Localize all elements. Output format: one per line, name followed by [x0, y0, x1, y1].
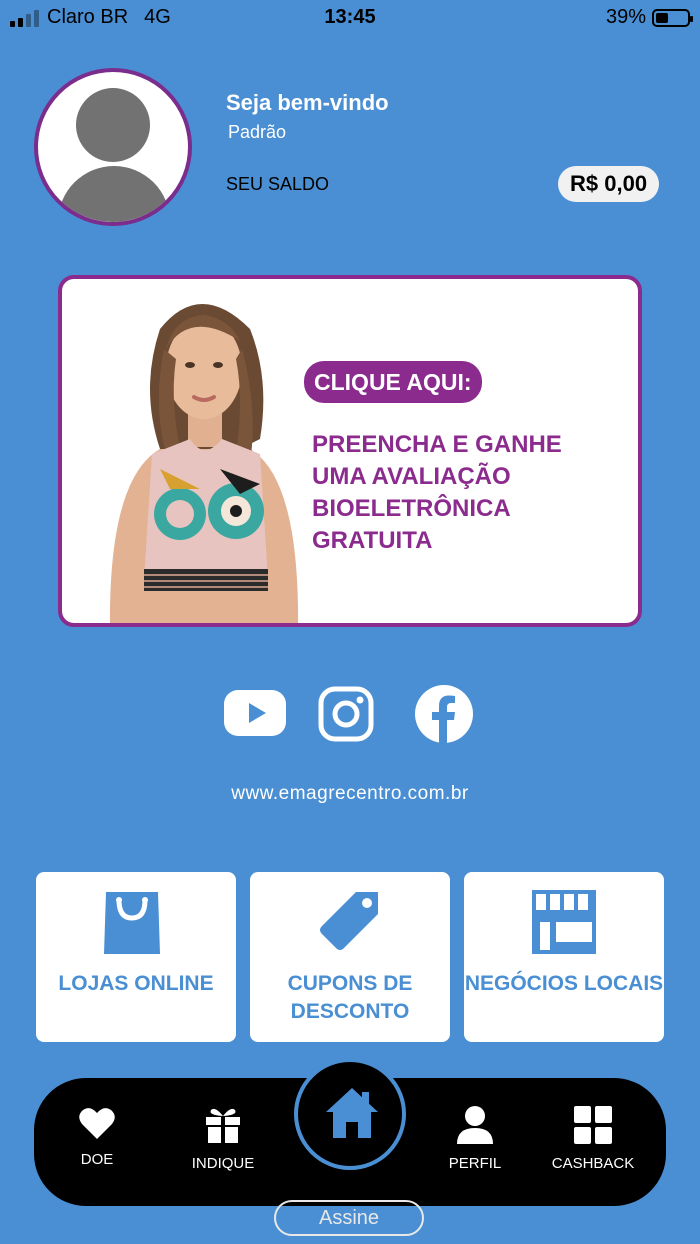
battery-percent: 39% [605, 6, 646, 28]
nav-label: CASHBACK [551, 1155, 635, 1172]
avatar-body [58, 166, 170, 222]
shopping-bag-icon [104, 892, 160, 954]
home-button[interactable] [294, 1058, 406, 1170]
social-links [0, 682, 700, 746]
gift-icon [206, 1108, 240, 1143]
card-label: NEGÓCIOS LOCAIS [464, 972, 664, 995]
card-negocios-locais[interactable]: NEGÓCIOS LOCAIS [464, 872, 664, 1042]
storefront-icon [532, 890, 596, 954]
status-bar: Claro BR 4G 13:45 39% [0, 0, 700, 36]
balance-badge[interactable]: R$ 0,00 [558, 166, 660, 202]
avatar-head [76, 88, 150, 162]
website-link[interactable]: www.emagrecentro.com.br [0, 783, 700, 805]
youtube-icon[interactable] [224, 690, 286, 736]
membership-tier: Padrão [228, 122, 287, 142]
card-lojas-online[interactable]: LOJAS ONLINE [36, 872, 236, 1042]
heart-icon [79, 1108, 115, 1139]
promo-banner[interactable]: CLIQUE AQUI: PREENCHA E GANHE UMA AVALIA… [58, 275, 642, 627]
card-label: LOJAS ONLINE [58, 972, 214, 995]
status-right: 39% [605, 6, 693, 29]
card-cupons[interactable]: CUPONS DE DESCONTO [250, 872, 450, 1042]
nav-item-cashback[interactable]: CASHBACK [538, 1106, 648, 1172]
tag-icon [320, 892, 378, 950]
nav-label: PERFIL [448, 1155, 502, 1172]
nav-item-perfil[interactable]: PERFIL [420, 1106, 530, 1172]
clock: 13:45 [324, 6, 376, 28]
card-label: CUPONS DE DESCONTO [287, 972, 413, 1023]
assine-button[interactable]: Assine [274, 1200, 424, 1236]
avatar[interactable] [34, 68, 192, 226]
person-icon [457, 1106, 493, 1144]
facebook-icon[interactable] [414, 684, 474, 744]
grid-icon [574, 1106, 612, 1144]
nav-item-indique[interactable]: INDIQUE [168, 1106, 278, 1172]
instagram-icon[interactable] [318, 686, 374, 742]
nav-label: DOE [80, 1151, 114, 1168]
nav-item-doe[interactable]: DOE [42, 1106, 152, 1168]
cta-text: PREENCHA E GANHE UMA AVALIAÇÃO BIOELETRÔ… [312, 431, 562, 554]
model-photo [109, 304, 299, 623]
balance-label: SEU SALDO [226, 174, 330, 194]
battery-icon [652, 8, 693, 27]
cta-pill[interactable]: CLIQUE AQUI: [304, 361, 482, 403]
home-icon [326, 1088, 378, 1138]
welcome-title: Seja bem-vindo [226, 90, 389, 115]
nav-label: INDIQUE [191, 1155, 255, 1172]
